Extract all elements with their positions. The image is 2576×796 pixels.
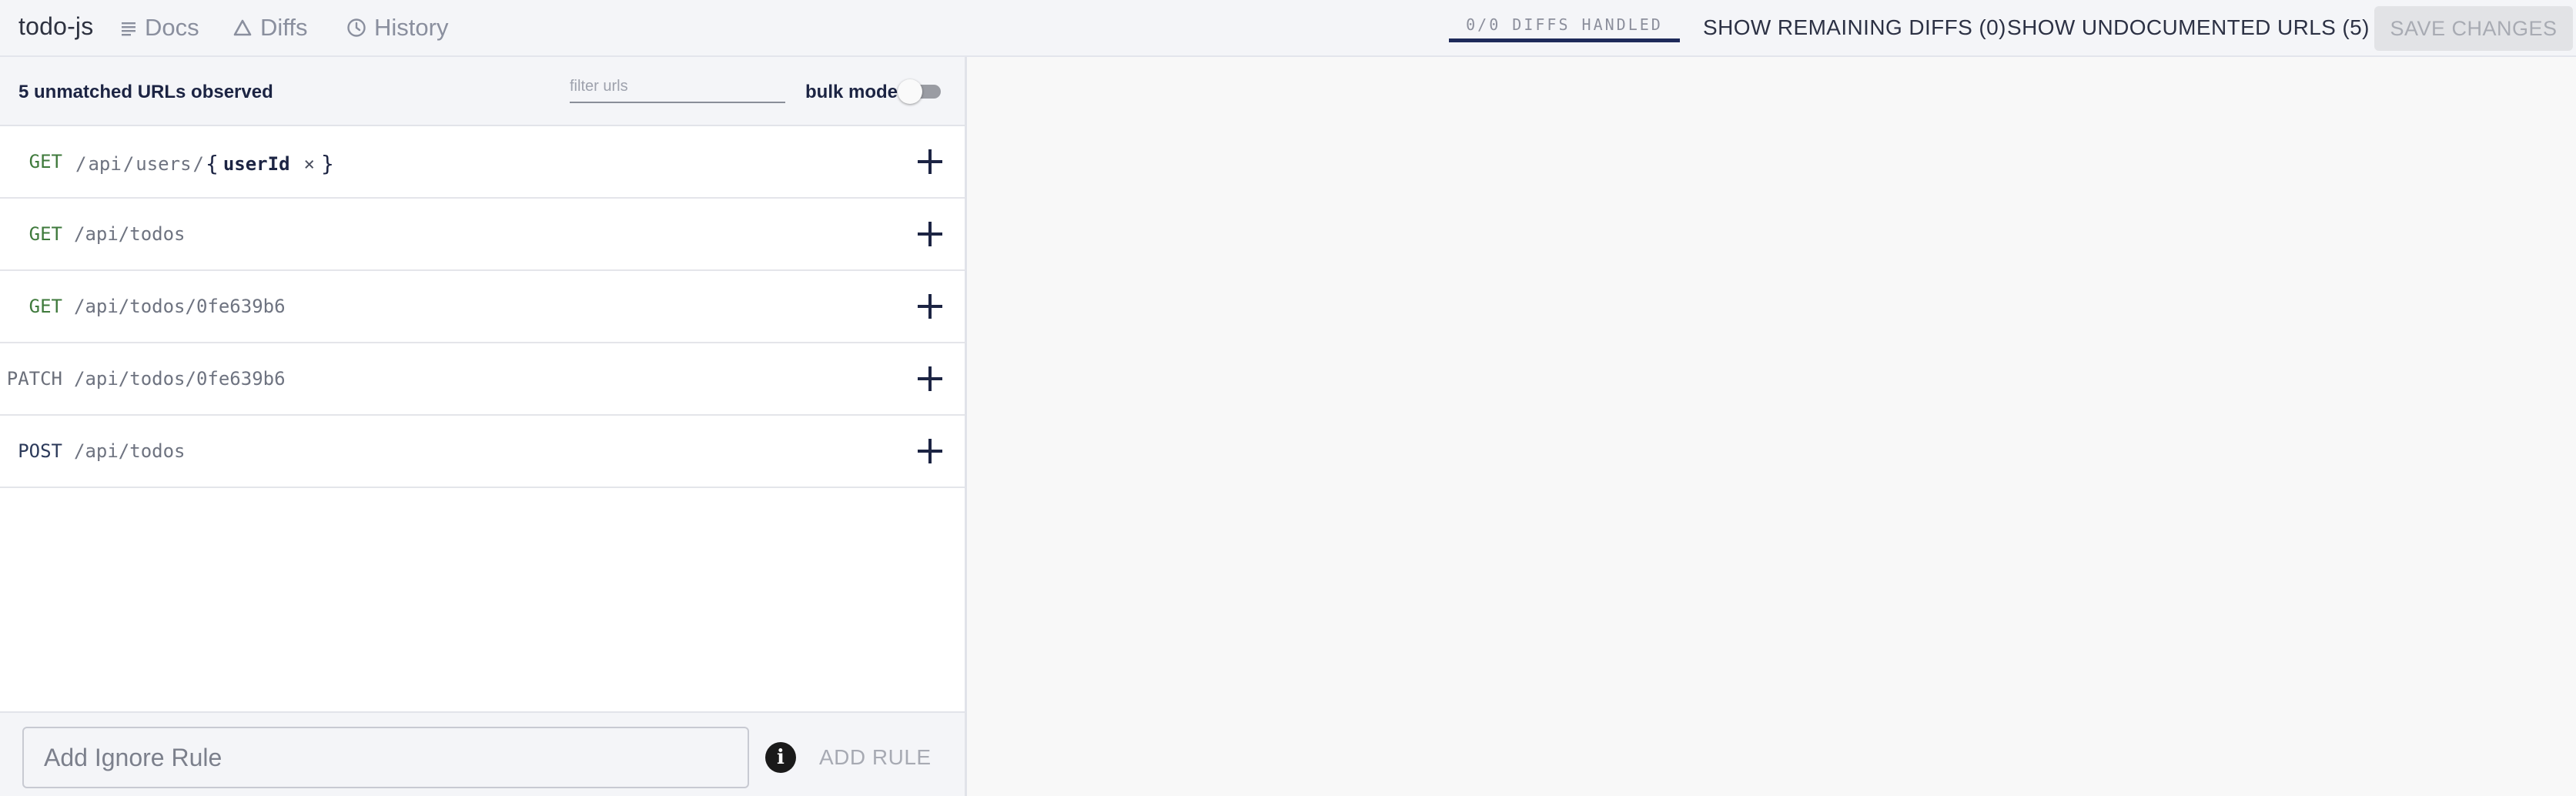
remove-parameter-icon[interactable]: × xyxy=(304,153,315,175)
http-method: GET xyxy=(28,296,62,317)
path-separator: / xyxy=(122,152,135,175)
unmatched-count-label: 5 unmatched URLs observed xyxy=(18,82,273,102)
filter-urls-input[interactable] xyxy=(570,71,785,103)
clock-icon xyxy=(347,18,366,37)
path-segment: api xyxy=(88,152,122,175)
ignore-rule-footer: i ADD RULE xyxy=(0,711,965,796)
toggle-knob xyxy=(898,79,922,104)
url-path: / api / users /{userId ×} xyxy=(74,151,334,176)
show-undocumented-urls-button[interactable]: SHOW UNDOCUMENTED URLS (5) xyxy=(2007,15,2370,40)
triangle-icon xyxy=(233,19,252,36)
url-row[interactable]: GET / api / users /{userId ×} xyxy=(0,126,965,199)
url-path: /api/todos xyxy=(74,440,186,462)
bulk-mode-label: bulk mode xyxy=(805,82,898,102)
bulk-mode-toggle[interactable] xyxy=(898,79,944,104)
diffs-progress-fill xyxy=(1449,38,1680,42)
url-row[interactable]: PATCH /api/todos/0fe639b6 xyxy=(0,343,965,416)
nav-diffs[interactable]: Diffs xyxy=(233,14,307,42)
url-row[interactable]: POST /api/todos xyxy=(0,416,965,488)
path-parameter-name: userId xyxy=(222,152,290,175)
url-row[interactable]: GET /api/todos xyxy=(0,199,965,271)
nav-docs-label: Docs xyxy=(145,14,199,41)
unmatched-urls-panel: 5 unmatched URLs observed bulk mode GET … xyxy=(0,57,967,796)
save-changes-button[interactable]: SAVE CHANGES xyxy=(2374,6,2573,51)
close-brace: } xyxy=(320,151,334,176)
path-parameter[interactable]: {userId ×} xyxy=(206,151,334,176)
url-path: /api/todos/0fe639b6 xyxy=(74,368,286,390)
http-method: GET xyxy=(28,223,62,245)
add-ignore-rule-input[interactable] xyxy=(22,727,749,788)
diffs-handled-label: 0/0 DIFFS HANDLED xyxy=(1466,15,1663,34)
add-url-plus-icon[interactable] xyxy=(918,366,942,391)
add-url-plus-icon[interactable] xyxy=(918,439,942,463)
http-method: GET xyxy=(28,151,62,172)
path-separator: / xyxy=(192,152,204,175)
nav-history-label: History xyxy=(374,14,449,41)
url-row[interactable]: GET /api/todos/0fe639b6 xyxy=(0,271,965,343)
show-remaining-diffs-button[interactable]: SHOW REMAINING DIFFS (0) xyxy=(1703,15,2006,40)
add-rule-button[interactable]: ADD RULE xyxy=(819,745,932,770)
app-name: todo-js xyxy=(18,12,94,40)
http-method: POST xyxy=(18,440,62,462)
add-url-plus-icon[interactable] xyxy=(918,222,942,246)
open-brace: { xyxy=(205,151,219,176)
add-url-plus-icon[interactable] xyxy=(918,294,942,319)
path-segment: users xyxy=(135,152,192,175)
nav-docs[interactable]: Docs xyxy=(120,14,199,42)
panel-header: 5 unmatched URLs observed bulk mode xyxy=(0,57,965,126)
nav-history[interactable]: History xyxy=(346,14,448,42)
docs-lines-icon xyxy=(122,22,135,36)
top-bar: todo-js Docs Diffs History 0/0 DIFFS HAN… xyxy=(0,0,2576,57)
url-path: /api/todos/0fe639b6 xyxy=(74,296,286,317)
add-url-plus-icon[interactable] xyxy=(918,149,942,174)
nav-diffs-label: Diffs xyxy=(260,14,308,41)
path-separator: / xyxy=(75,152,87,175)
url-path: /api/todos xyxy=(74,223,186,245)
http-method: PATCH xyxy=(6,368,62,390)
diffs-progress-bar xyxy=(1449,38,1680,42)
detail-pane xyxy=(967,57,2576,796)
info-icon[interactable]: i xyxy=(765,742,796,773)
